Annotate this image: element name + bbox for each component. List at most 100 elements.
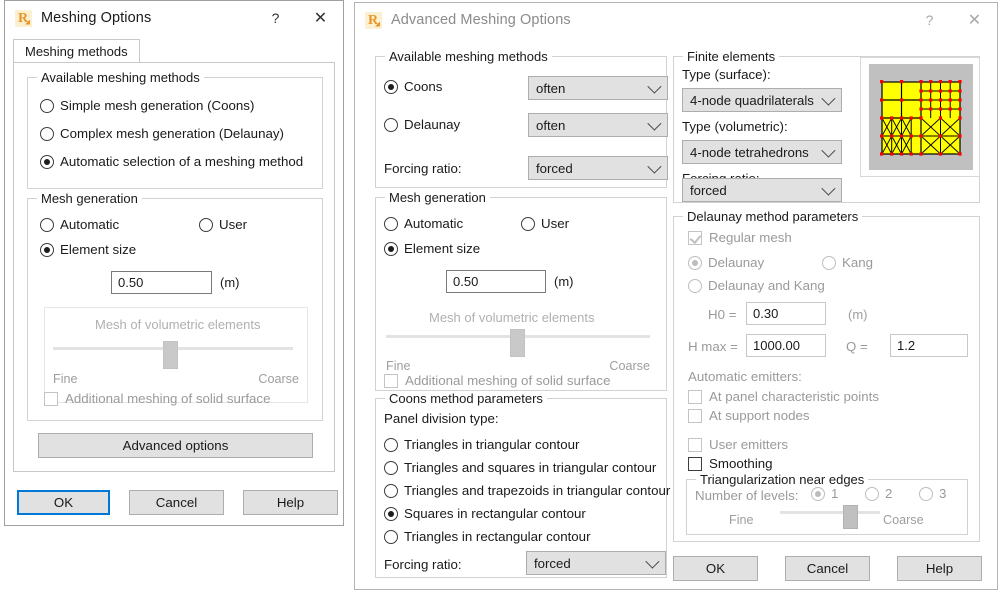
chevron-down-icon (821, 181, 836, 196)
radio-simple-mesh-coons[interactable]: Simple mesh generation (Coons) (40, 98, 254, 113)
delaunay-frequency-value: often (536, 117, 566, 133)
type-surface-dropdown[interactable]: 4-node quadrilaterals (682, 88, 842, 112)
element-size-unit: (m) (220, 275, 240, 290)
radio-squares-rectangular[interactable]: Squares in rectangular contour (384, 506, 586, 521)
radio-kang-method[interactable]: Kang (822, 255, 873, 270)
group-mesh-generation-legend: Mesh generation (37, 191, 142, 206)
close-icon[interactable]: ✕ (952, 3, 997, 37)
radio-label: Delaunay (708, 255, 765, 270)
radio-delaunay-method[interactable]: Delaunay (688, 255, 764, 270)
radio-indicator (384, 117, 398, 132)
help-icon[interactable]: ? (253, 1, 298, 35)
hmax-input[interactable]: 1000.00 (746, 334, 826, 357)
type-volumetric-dropdown[interactable]: 4-node tetrahedrons (682, 140, 842, 164)
label-q: Q = (846, 339, 868, 354)
type-volumetric-value: 4-node tetrahedrons (690, 144, 809, 160)
checkbox-smoothing[interactable]: Smoothing (688, 456, 773, 471)
radio-triangles-squares-triangular[interactable]: Triangles and squares in triangular cont… (384, 460, 656, 475)
radio-levels-2[interactable]: 2 (865, 486, 892, 501)
label-h0: H0 = (708, 307, 737, 322)
methods-forcing-ratio-dropdown[interactable]: forced (528, 156, 668, 180)
coons-frequency-value: often (536, 80, 566, 96)
tab-meshing-methods[interactable]: Meshing methods (13, 39, 140, 63)
chevron-down-icon (647, 116, 662, 131)
checkbox-additional-meshing-solid-surface[interactable]: Additional meshing of solid surface (44, 391, 270, 406)
radio-generation-user[interactable]: User (199, 217, 247, 232)
radio-triangles-rectangular[interactable]: Triangles in rectangular contour (384, 529, 591, 544)
radio-delaunay-and-kang[interactable]: Delaunay and Kang (688, 278, 825, 293)
checkbox-indicator (688, 437, 702, 452)
radio-triangles-trapezoids-triangular[interactable]: Triangles and trapezoids in triangular c… (384, 483, 670, 498)
help-button-2[interactable]: Help (897, 556, 982, 581)
mesh-preview-frame (860, 57, 980, 177)
element-size-input-2[interactable]: 0.50 (446, 270, 546, 293)
q-input[interactable]: 1.2 (890, 334, 968, 357)
radio-levels-1[interactable]: 1 (811, 486, 838, 501)
ok-button-2[interactable]: OK (673, 556, 758, 581)
checkbox-at-support-nodes[interactable]: At support nodes (688, 408, 810, 423)
chevron-down-icon (821, 143, 836, 158)
label-type-volumetric: Type (volumetric): (682, 119, 788, 134)
radio-levels-3[interactable]: 3 (919, 486, 946, 501)
checkbox2-additional-meshing-solid-surface[interactable]: Additional meshing of solid surface (384, 373, 610, 388)
ok-button[interactable]: OK (17, 490, 110, 515)
radio-generation-element-size[interactable]: Element size (40, 242, 136, 257)
triangularization-label-fine: Fine (729, 513, 754, 527)
radio-indicator (384, 460, 398, 475)
radio-complex-mesh-delaunay[interactable]: Complex mesh generation (Delaunay) (40, 126, 284, 141)
slider-label-coarse-2: Coarse (609, 359, 650, 373)
radio2-generation-automatic[interactable]: Automatic (384, 216, 463, 231)
checkbox-user-emitters[interactable]: User emitters (688, 437, 788, 452)
radio-label: Triangles in rectangular contour (404, 529, 591, 544)
dialog2-title: Advanced Meshing Options (391, 12, 571, 28)
radio-generation-automatic[interactable]: Automatic (40, 217, 119, 232)
help-icon[interactable]: ? (907, 3, 952, 37)
volumetric-mesh-slider-2[interactable] (386, 329, 650, 357)
radio-label: Element size (404, 241, 481, 256)
radio-indicator (384, 529, 398, 544)
radio-label: Element size (60, 242, 137, 257)
volumetric-slider-title: Mesh of volumetric elements (95, 317, 261, 332)
radio-delaunay[interactable]: Delaunay (384, 117, 460, 132)
advanced-options-button[interactable]: Advanced options (38, 433, 313, 458)
radio-indicator (384, 216, 398, 231)
group2-available-meshing-methods: Available meshing methods Coons often De… (375, 49, 668, 188)
checkbox-regular-mesh[interactable]: Regular mesh (688, 230, 792, 245)
slider-thumb[interactable] (163, 341, 178, 369)
radio-automatic-selection[interactable]: Automatic selection of a meshing method (40, 154, 303, 169)
h0-input[interactable]: 0.30 (746, 302, 826, 325)
coons-forcing-ratio-value: forced (534, 555, 571, 571)
group2-available-methods-legend: Available meshing methods (385, 49, 552, 64)
slider-label-fine: Fine (53, 372, 78, 386)
dialog1-title: Meshing Options (41, 10, 152, 26)
cancel-button-2[interactable]: Cancel (785, 556, 870, 581)
radio-indicator (384, 506, 398, 521)
radio2-generation-user[interactable]: User (521, 216, 569, 231)
element-size-input[interactable]: 0.50 (111, 271, 212, 294)
label-automatic-emitters: Automatic emitters: (688, 369, 802, 384)
finite-forcing-ratio-dropdown[interactable]: forced (682, 178, 842, 202)
close-icon[interactable]: ✕ (298, 1, 343, 35)
radio-indicator (521, 216, 535, 231)
radio-label: Triangles and squares in triangular cont… (404, 460, 657, 475)
delaunay-frequency-dropdown[interactable]: often (528, 113, 668, 137)
radio2-generation-element-size[interactable]: Element size (384, 241, 480, 256)
coons-forcing-ratio-dropdown[interactable]: forced (526, 551, 666, 575)
label-coons-forcing-ratio: Forcing ratio: (384, 557, 462, 572)
radio-indicator (199, 217, 213, 232)
radio-label: 2 (885, 486, 893, 501)
radio-indicator (384, 241, 398, 256)
slider-thumb[interactable] (843, 505, 858, 529)
coons-frequency-dropdown[interactable]: often (528, 76, 668, 100)
checkbox-at-panel-characteristic-points[interactable]: At panel characteristic points (688, 389, 879, 404)
help-button[interactable]: Help (243, 490, 338, 515)
radio-triangles-triangular[interactable]: Triangles in triangular contour (384, 437, 579, 452)
radio-coons[interactable]: Coons (384, 79, 442, 94)
chevron-down-icon (645, 554, 660, 569)
group-triangularization-near-edges: Triangularization near edges Number of l… (686, 472, 968, 535)
cancel-button[interactable]: Cancel (129, 490, 224, 515)
volumetric-mesh-slider[interactable] (53, 341, 293, 369)
triangularization-slider[interactable] (780, 505, 880, 529)
slider-thumb[interactable] (510, 329, 525, 357)
chevron-down-icon (647, 79, 662, 94)
